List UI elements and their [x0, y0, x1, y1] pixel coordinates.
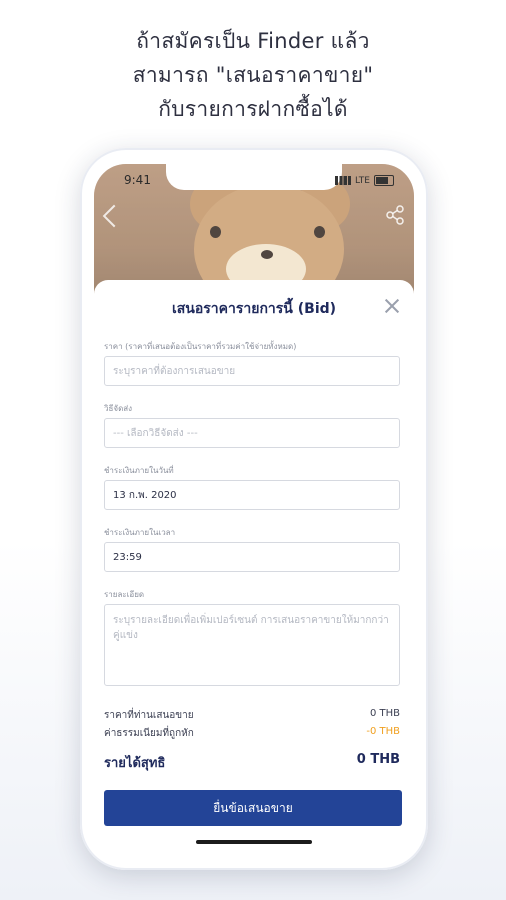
shipping-label: วิธีจัดส่ง: [104, 404, 133, 413]
pay-date-input[interactable]: 13 ก.พ. 2020: [104, 480, 400, 510]
phone-screen: 9:41 LTE เสนอราคารายการนี้ (Bid) ราคา (ร…: [94, 164, 414, 854]
net-label: รายได้สุทธิ: [104, 756, 166, 771]
signal-icon: [335, 176, 352, 185]
details-textarea[interactable]: ระบุรายละเอียดเพื่อเพิ่มเปอร์เซนต์ การเส…: [104, 604, 400, 686]
sheet-title: เสนอราคารายการนี้ (Bid): [171, 301, 337, 317]
offer-value: 0 THB: [369, 708, 400, 719]
home-indicator: [196, 840, 312, 844]
net-value: 0 THB: [356, 752, 400, 767]
net-row: รายได้สุทธิ 0 THB: [104, 752, 400, 773]
pay-time-input[interactable]: 23:59: [104, 542, 400, 572]
headline-line-3: กับรายการฝากซื้อได้: [158, 97, 348, 121]
pay-time-label: ชำระเงินภายในเวลา: [104, 528, 176, 537]
fee-label: ค่าธรรมเนียมที่ถูกหัก: [104, 728, 194, 739]
headline-line-2: สามารถ "เสนอราคาขาย": [132, 63, 374, 87]
status-time: 9:41: [124, 173, 151, 187]
battery-icon: [374, 175, 394, 186]
status-indicators: LTE: [335, 175, 394, 186]
price-input[interactable]: ระบุราคาที่ต้องการเสนอขาย: [104, 356, 400, 386]
pay-date-label: ชำระเงินภายในวันที่: [104, 466, 174, 475]
phone-frame: 9:41 LTE เสนอราคารายการนี้ (Bid) ราคา (ร…: [80, 148, 428, 870]
close-icon[interactable]: [382, 296, 402, 316]
share-icon[interactable]: [384, 204, 406, 226]
offer-label: ราคาที่ท่านเสนอขาย: [104, 710, 194, 721]
phone-notch: [166, 164, 342, 190]
shipping-select[interactable]: --- เลือกวิธีจัดส่ง ---: [104, 418, 400, 448]
headline-line-1: ถ้าสมัครเป็น Finder แล้ว: [136, 29, 370, 53]
bid-sheet: เสนอราคารายการนี้ (Bid) ราคา (ราคาที่เสน…: [94, 280, 414, 854]
submit-offer-button[interactable]: ยื่นข้อเสนอขาย: [104, 790, 402, 826]
fee-value: -0 THB: [366, 726, 400, 737]
details-label: รายละเอียด: [104, 590, 145, 599]
price-label: ราคา (ราคาที่เสนอต้องเป็นราคาที่รวมค่าใช…: [104, 342, 297, 351]
network-label: LTE: [355, 175, 370, 186]
fee-row: ค่าธรรมเนียมที่ถูกหัก -0 THB: [104, 726, 400, 741]
offer-row: ราคาที่ท่านเสนอขาย 0 THB: [104, 708, 400, 723]
headline: ถ้าสมัครเป็น Finder แล้ว สามารถ "เสนอราค…: [0, 24, 506, 126]
